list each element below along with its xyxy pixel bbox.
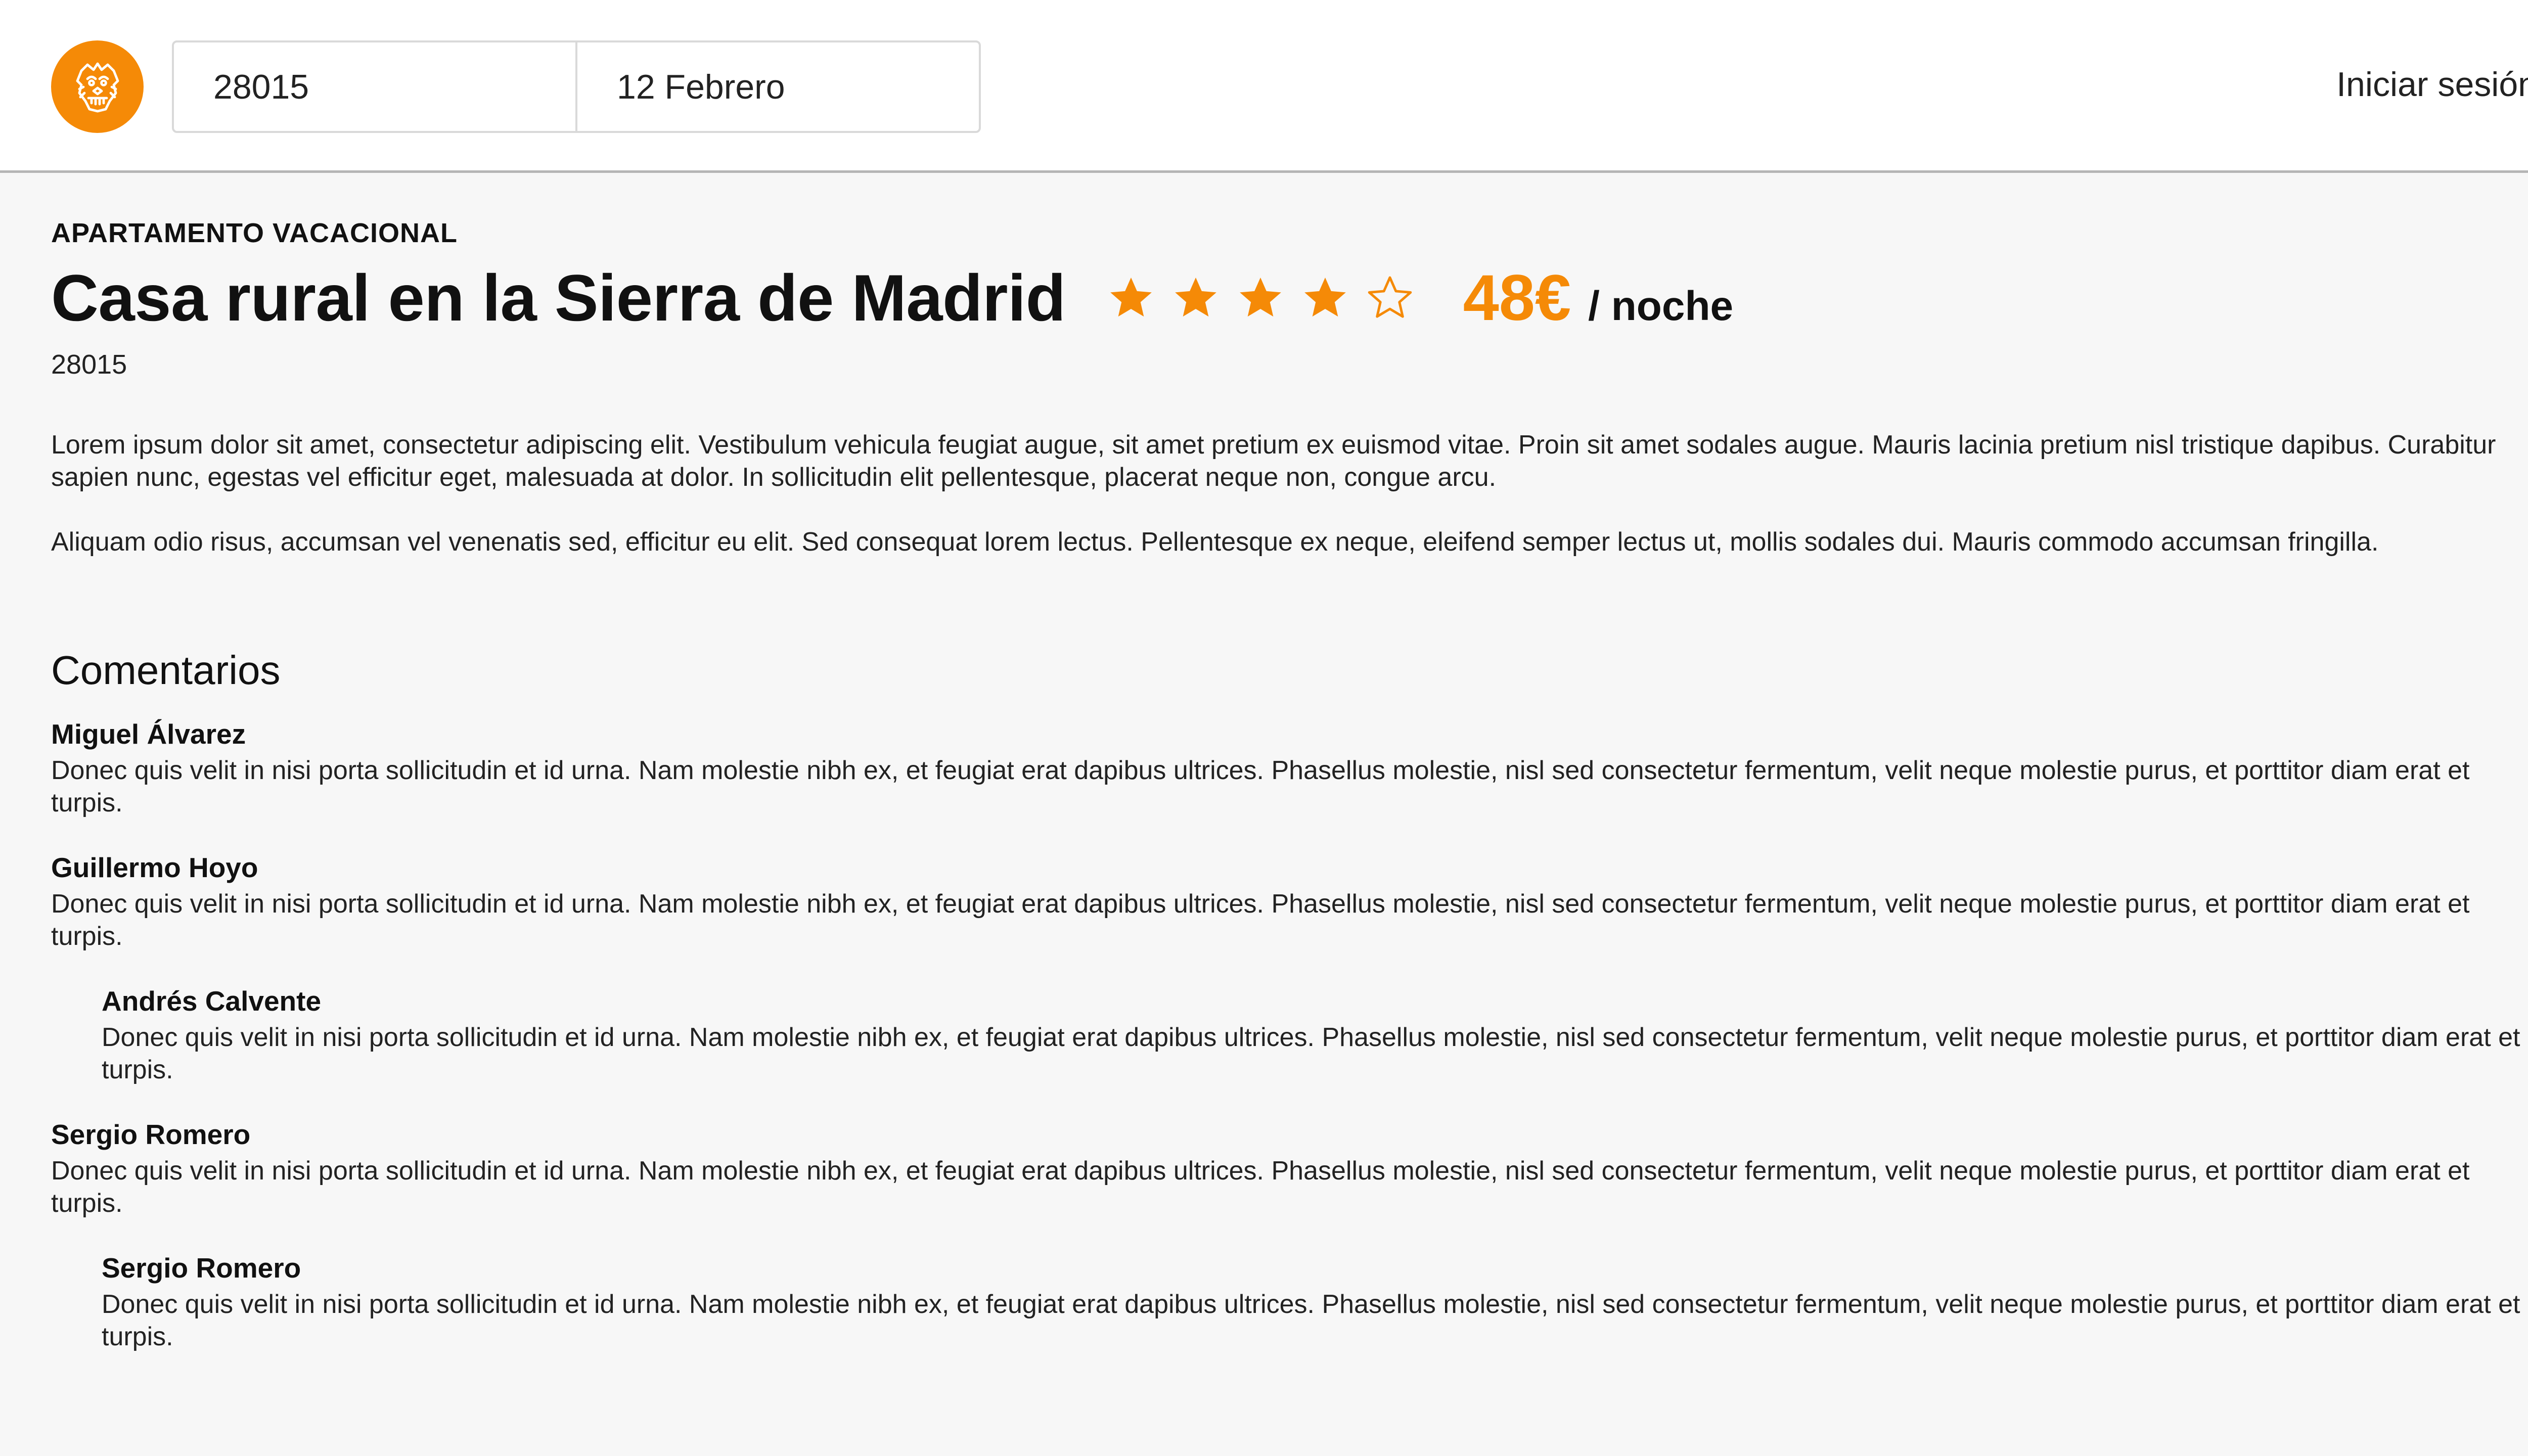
star-filled-icon bbox=[1304, 277, 1346, 317]
comment-text: Donec quis velit in nisi porta sollicitu… bbox=[51, 889, 2470, 951]
price: 48€ / noche bbox=[1463, 261, 1734, 335]
comment-text: Donec quis velit in nisi porta sollicitu… bbox=[102, 1290, 2520, 1351]
comment-author: Miguel Álvarez bbox=[51, 718, 246, 750]
comment-text: Donec quis velit in nisi porta sollicitu… bbox=[51, 756, 2470, 817]
top-bar: 28015 12 Febrero Iniciar sesión bbox=[0, 0, 2528, 173]
location-field[interactable]: 28015 bbox=[174, 42, 575, 131]
comments-list: Miguel Álvarez Donec quis velit in nisi … bbox=[51, 714, 2528, 1353]
login-link[interactable]: Iniciar sesión bbox=[2336, 65, 2528, 104]
star-filled-icon bbox=[1175, 277, 1216, 317]
price-amount: 48€ bbox=[1463, 261, 1571, 334]
price-unit: / noche bbox=[1588, 283, 1734, 329]
comment-reply: Andrés Calvente Donec quis velit in nisi… bbox=[102, 981, 2528, 1086]
location-field-value: 28015 bbox=[213, 67, 309, 106]
star-outline-icon bbox=[1368, 276, 1412, 318]
comment: Miguel Álvarez Donec quis velit in nisi … bbox=[51, 714, 2528, 819]
description: Lorem ipsum dolor sit amet, consectetur … bbox=[51, 429, 2528, 558]
rating-stars bbox=[1106, 273, 1415, 323]
star-filled-icon bbox=[1239, 277, 1281, 317]
listing-detail: APARTAMENTO VACACIONAL Casa rural en la … bbox=[51, 217, 2528, 1381]
star-filled-icon bbox=[1110, 277, 1152, 317]
listing-type: APARTAMENTO VACACIONAL bbox=[51, 218, 458, 248]
listing-postcode: 28015 bbox=[51, 349, 127, 380]
search-bar: 28015 12 Febrero bbox=[172, 40, 981, 133]
comment-text: Donec quis velit in nisi porta sollicitu… bbox=[102, 1023, 2520, 1084]
comment-author: Guillermo Hoyo bbox=[51, 852, 258, 883]
comments-heading: Comentarios bbox=[51, 648, 281, 693]
comment-reply: Sergio Romero Donec quis velit in nisi p… bbox=[102, 1248, 2528, 1353]
date-field[interactable]: 12 Febrero bbox=[575, 42, 979, 131]
lion-mask-logo-icon bbox=[76, 62, 119, 112]
description-paragraph: Lorem ipsum dolor sit amet, consectetur … bbox=[51, 430, 2496, 492]
page-title: Casa rural en la Sierra de Madrid bbox=[51, 261, 1066, 335]
logo[interactable] bbox=[51, 40, 144, 133]
comment-author: Sergio Romero bbox=[51, 1119, 251, 1150]
comment-author: Andrés Calvente bbox=[102, 985, 322, 1017]
comment-author: Sergio Romero bbox=[102, 1252, 301, 1284]
comment: Guillermo Hoyo Donec quis velit in nisi … bbox=[51, 847, 2528, 952]
description-paragraph: Aliquam odio risus, accumsan vel venenat… bbox=[51, 527, 2379, 557]
comment: Sergio Romero Donec quis velit in nisi p… bbox=[51, 1114, 2528, 1219]
comment-text: Donec quis velit in nisi porta sollicitu… bbox=[51, 1156, 2470, 1218]
date-field-value: 12 Febrero bbox=[617, 67, 785, 106]
title-row: Casa rural en la Sierra de Madrid 48€ / … bbox=[51, 260, 2528, 336]
